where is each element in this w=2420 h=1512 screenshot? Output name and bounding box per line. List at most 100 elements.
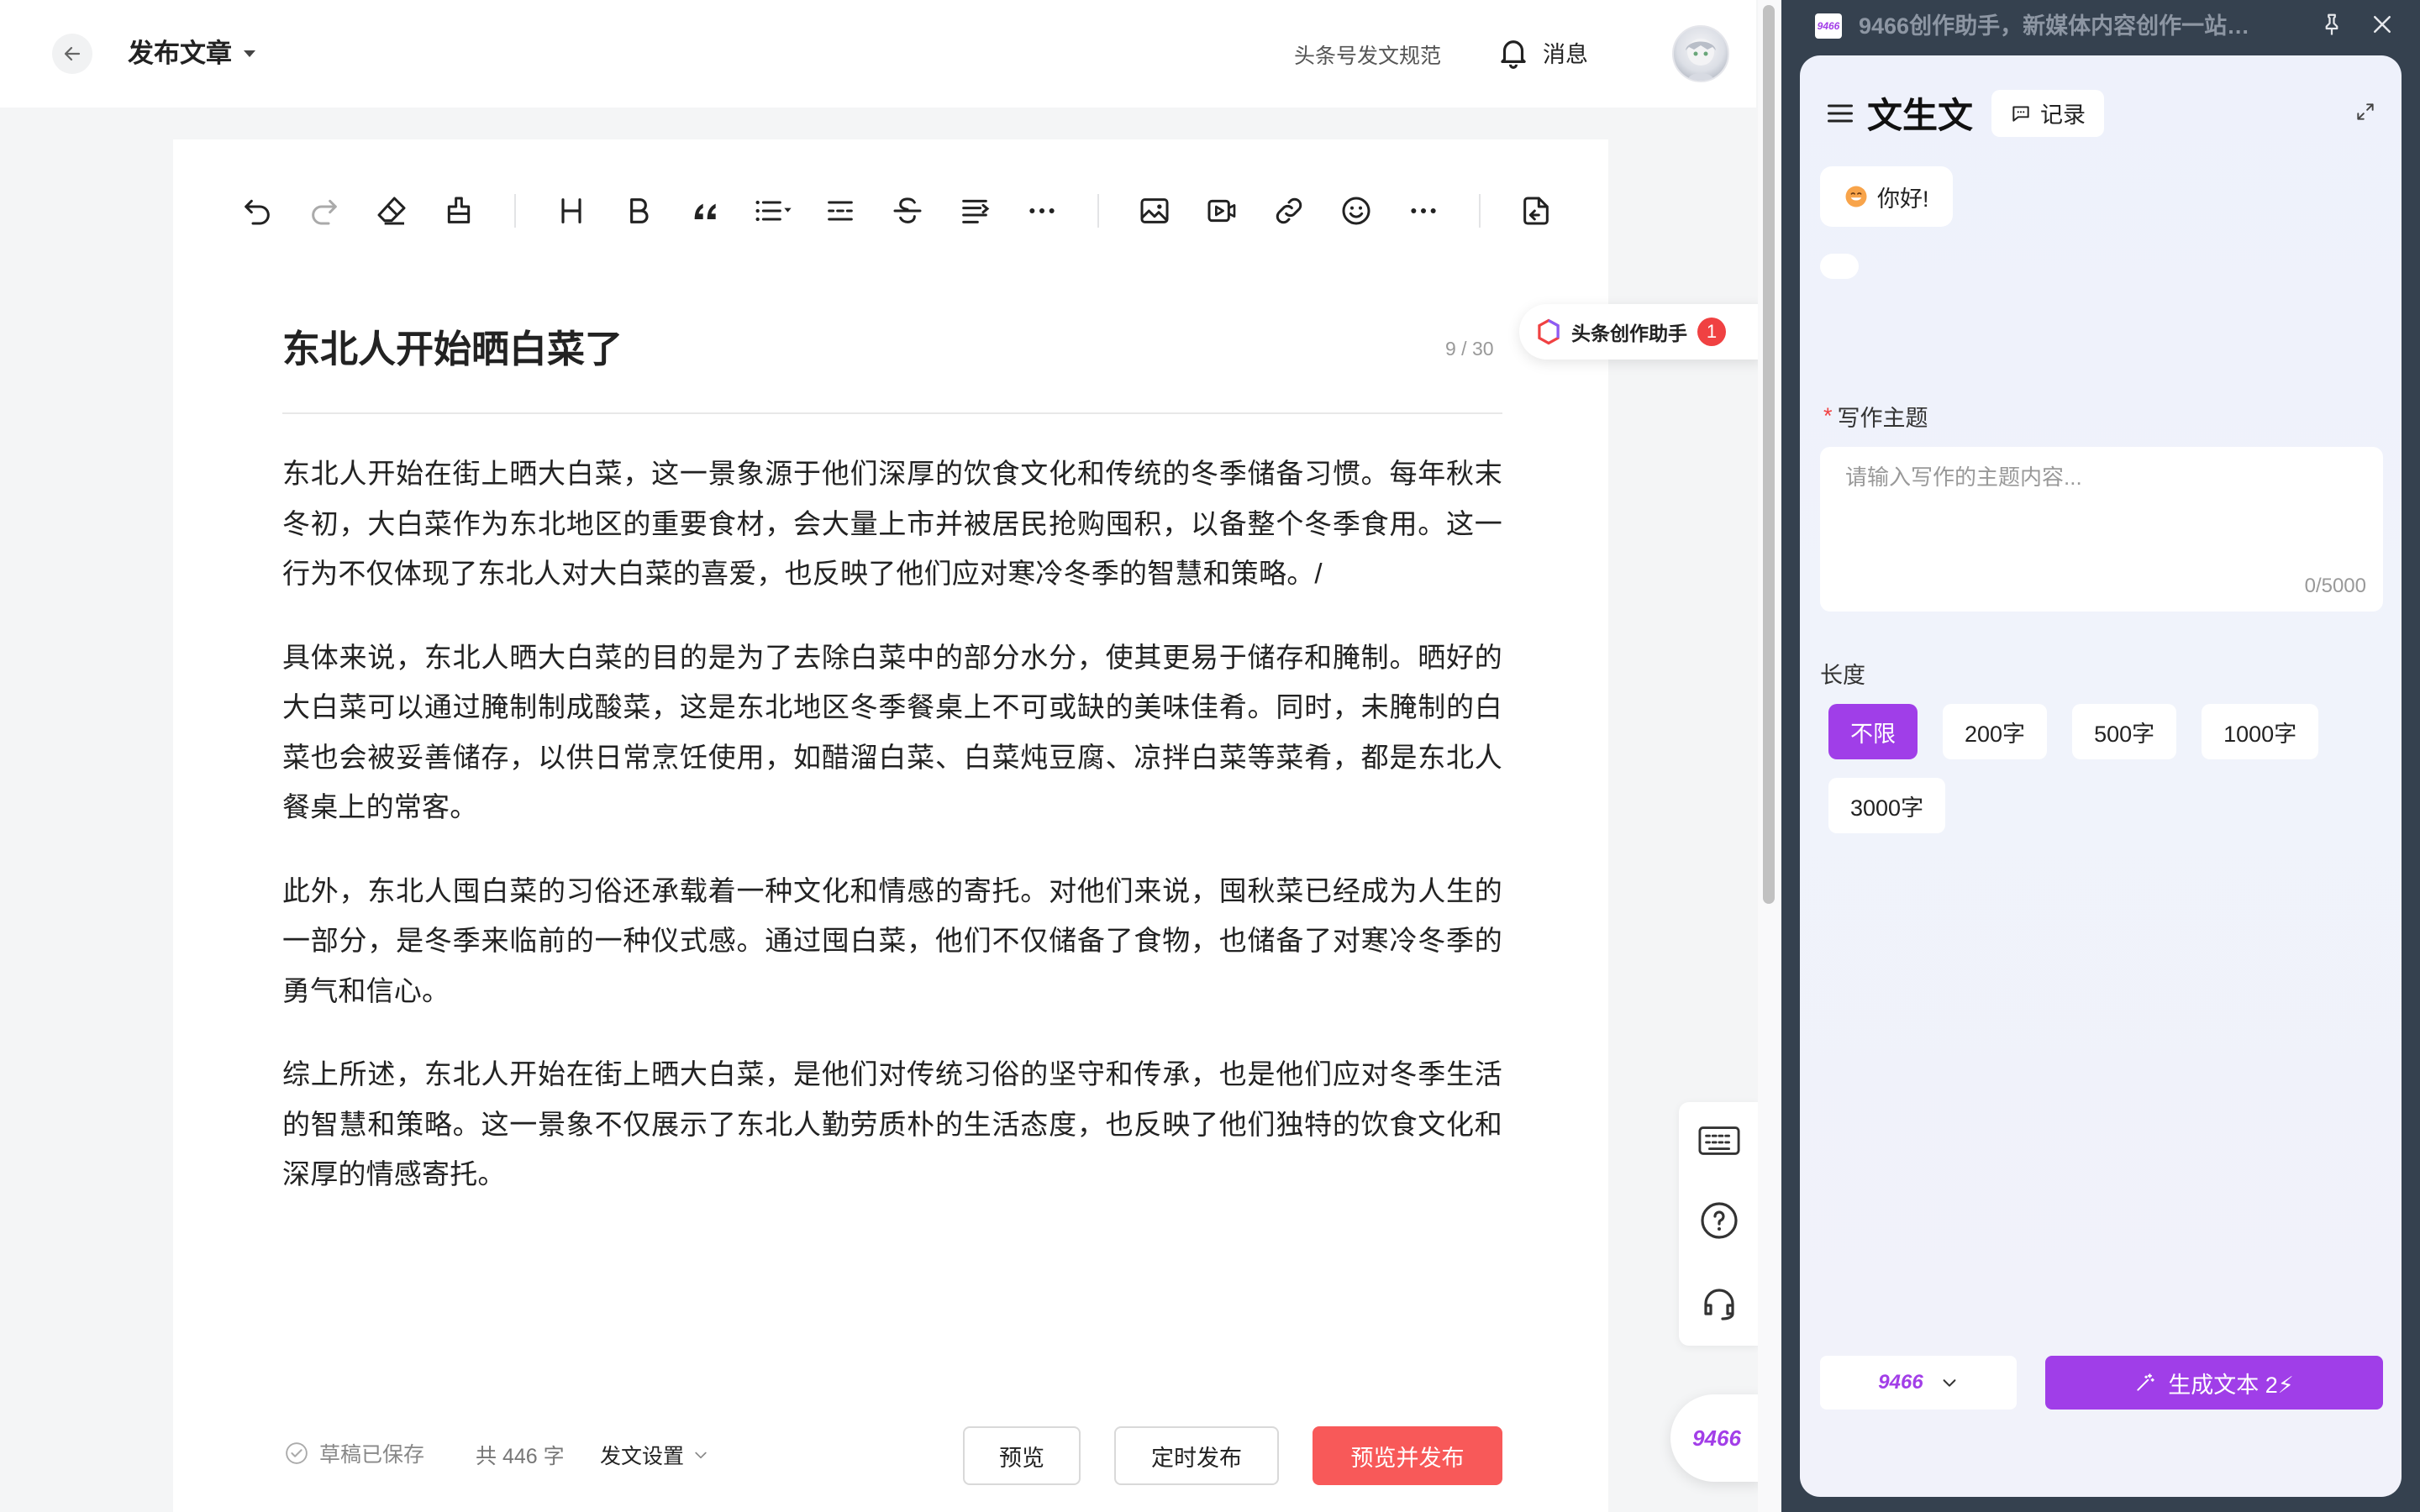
eraser-icon: [377, 197, 406, 225]
insert-video-button[interactable]: [1188, 173, 1255, 249]
draft-status: 草稿已保存: [284, 1438, 424, 1468]
avatar-image: [1686, 39, 1716, 81]
editor-scrollbar[interactable]: [1758, 0, 1781, 1512]
article-paragraph: 此外，东北人囤白菜的习俗还承载着一种文化和情感的寄托。对他们来说，囤秋菜已经成为…: [282, 874, 1502, 1006]
help-icon[interactable]: [1699, 1200, 1739, 1241]
expand-button[interactable]: [2354, 101, 2376, 123]
top-bar: 发布文章 头条号发文规范 消息: [0, 0, 1756, 108]
length-label: 长度: [1820, 663, 1865, 688]
post-settings-label: 发文设置: [600, 1445, 685, 1468]
import-icon: [1523, 197, 1549, 225]
more-icon: [1411, 208, 1436, 213]
import-document-button[interactable]: [1502, 173, 1570, 249]
assistant-side-panel: 9466 9466创作助手，新媒体内容创作一站式... 文生文 记录 你好! *…: [1781, 0, 2420, 1512]
list-icon: [755, 200, 792, 222]
side-toolbar: [1679, 1102, 1760, 1346]
more-icon: [1029, 208, 1055, 213]
format-painter-button[interactable]: [425, 173, 492, 249]
clear-format-button[interactable]: [358, 173, 425, 249]
title-underline: [282, 412, 1502, 414]
page-title: 发布文章: [128, 39, 232, 68]
messages-button[interactable]: 消息: [1496, 34, 1588, 71]
length-option-unlimited[interactable]: 不限: [1828, 704, 1918, 759]
expand-icon: [2357, 103, 2374, 120]
length-option-500[interactable]: 500字: [2072, 704, 2177, 759]
generate-text-button[interactable]: 生成文本 2⚡: [2045, 1356, 2383, 1410]
bold-icon: [630, 198, 649, 223]
list-button[interactable]: [739, 173, 807, 249]
notification-badge: 1: [1697, 318, 1726, 346]
insert-emoji-button[interactable]: [1323, 173, 1390, 249]
assistant-logo-icon: [1538, 318, 1560, 345]
quote-button[interactable]: [672, 173, 739, 249]
caret-down-icon: [244, 50, 255, 57]
float-9466-button[interactable]: 9466: [1670, 1394, 1763, 1482]
more-format-button[interactable]: [1008, 173, 1076, 249]
divider-button[interactable]: [807, 173, 874, 249]
footer-bar: 草稿已保存 共 446 字 发文设置 预览 定时发布 预览并发布: [173, 1420, 1608, 1488]
topic-input[interactable]: [1844, 459, 2360, 571]
quote-icon: [694, 203, 716, 219]
chevron-down-icon: [695, 1452, 707, 1459]
undo-button[interactable]: [224, 173, 291, 249]
keyboard-icon[interactable]: [1698, 1124, 1740, 1158]
article-paragraph: 综上所述，东北人开始在街上晒大白菜，是他们对传统习俗的坚守和传承，也是他们应对冬…: [282, 1058, 1502, 1189]
post-settings-dropdown[interactable]: 发文设置: [600, 1440, 709, 1470]
video-icon: [1207, 199, 1236, 223]
editor-pane: 发布文章 头条号发文规范 消息 东北人开始晒白菜了 9 / 30 东北人开始在街…: [0, 0, 1781, 1512]
model-select[interactable]: 9466: [1820, 1356, 2017, 1410]
required-mark: *: [1823, 403, 1833, 428]
indent-button[interactable]: [941, 173, 1008, 249]
emoji-icon: [1342, 197, 1370, 225]
length-option-1000[interactable]: 1000字: [2202, 704, 2319, 759]
greeting-bubble: 你好!: [1820, 166, 1953, 227]
creation-assistant-chip[interactable]: 头条创作助手 1: [1519, 304, 1763, 360]
panel-window-title: 9466创作助手，新媒体内容创作一站式...: [1859, 13, 2254, 39]
article-title[interactable]: 东北人开始晒白菜了: [282, 323, 623, 376]
indent-icon: [962, 199, 990, 223]
back-button[interactable]: [52, 34, 92, 74]
messages-label: 消息: [1543, 41, 1588, 67]
pin-button[interactable]: [2319, 12, 2344, 37]
magic-wand-icon: [2137, 1373, 2154, 1391]
guidelines-link[interactable]: 头条号发文规范: [1294, 42, 1441, 71]
toolbar-divider: [1479, 194, 1481, 228]
history-label: 记录: [2040, 102, 2086, 128]
chat-bubble-icon: [2012, 105, 2029, 122]
greeting-text: 你好!: [1877, 186, 1929, 212]
typing-indicator: [1820, 254, 1859, 279]
preview-button[interactable]: 预览: [963, 1426, 1081, 1485]
panel-header: 文生文 记录: [1823, 87, 2105, 139]
scrollbar-thumb[interactable]: [1763, 5, 1775, 904]
preview-and-publish-button[interactable]: 预览并发布: [1313, 1426, 1502, 1485]
length-option-200[interactable]: 200字: [1943, 704, 2048, 759]
article-body[interactable]: 东北人开始在街上晒大白菜，这一景象源于他们深厚的饮食文化和传统的冬季储备习惯。每…: [282, 449, 1502, 1233]
word-count: 共 446 字: [476, 1445, 565, 1468]
draft-status-label: 草稿已保存: [319, 1443, 425, 1467]
menu-button[interactable]: [1823, 97, 1857, 130]
bold-button[interactable]: [605, 173, 672, 249]
close-button[interactable]: [2370, 12, 2395, 37]
model-label: 9466: [1878, 1371, 1923, 1394]
strikethrough-icon: [893, 197, 922, 223]
strikethrough-button[interactable]: [874, 173, 941, 249]
smile-emoji-icon: [1845, 186, 1867, 207]
customer-service-icon[interactable]: [1699, 1284, 1739, 1324]
topic-label: * 写作主题: [1823, 400, 1928, 433]
more-insert-button[interactable]: [1390, 173, 1457, 249]
heading-button[interactable]: [538, 173, 605, 249]
page-title-dropdown[interactable]: 发布文章: [128, 35, 255, 72]
format-painter-icon: [447, 197, 471, 223]
length-options: 不限 200字 500字 1000字 3000字: [1828, 704, 2366, 833]
schedule-publish-button[interactable]: 定时发布: [1114, 1426, 1279, 1485]
length-option-3000[interactable]: 3000字: [1828, 778, 1946, 833]
insert-link-button[interactable]: [1255, 173, 1323, 249]
history-button[interactable]: 记录: [1991, 89, 2105, 137]
title-char-count: 9 / 30: [1445, 338, 1494, 360]
insert-image-button[interactable]: [1121, 173, 1188, 249]
avatar[interactable]: [1672, 25, 1729, 82]
float-9466-label: 9466: [1692, 1425, 1741, 1451]
redo-button[interactable]: [291, 173, 358, 249]
link-icon: [1276, 197, 1302, 224]
close-icon: [2374, 16, 2391, 33]
